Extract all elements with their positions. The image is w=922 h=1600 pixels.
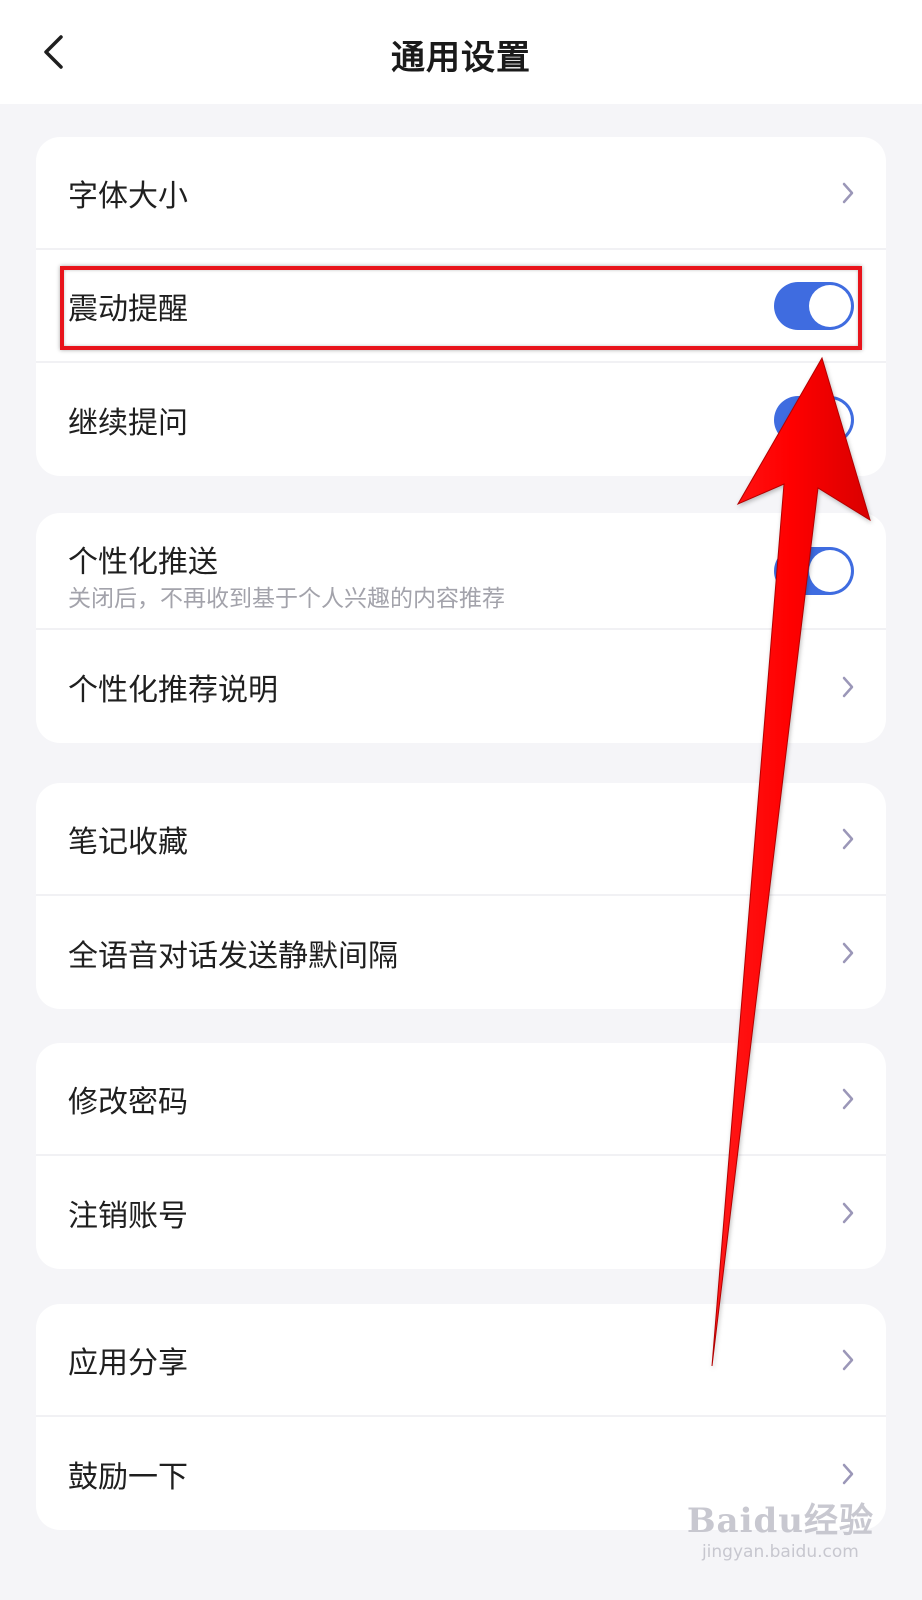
chevron-right-icon [836,1201,860,1225]
setting-change-password[interactable]: 修改密码 [36,1043,886,1156]
setting-delete-account[interactable]: 注销账号 [36,1156,886,1269]
chevron-right-icon [836,1462,860,1486]
setting-label: 继续提问 [68,405,188,441]
page-title: 通用设置 [391,38,531,78]
setting-label: 个性化推荐说明 [68,672,278,708]
chevron-right-icon [836,181,860,205]
personalized-push-toggle[interactable] [774,546,854,595]
setting-label: 全语音对话发送静默间隔 [68,938,398,974]
toggle-knob [809,284,851,327]
setting-voice-silence-interval[interactable]: 全语音对话发送静默间隔 [36,896,886,1009]
chevron-right-icon [836,1087,860,1111]
setting-personalized-push: 个性化推送 关闭后，不再收到基于个人兴趣的内容推荐 [36,513,886,630]
chevron-right-icon [836,675,860,699]
toggle-knob [809,549,851,592]
chevron-right-icon [836,827,860,851]
setting-label: 字体大小 [68,178,188,214]
setting-share-app[interactable]: 应用分享 [36,1304,886,1417]
setting-label: 鼓励一下 [68,1459,188,1495]
chevron-right-icon [836,941,860,965]
setting-notes-favorites[interactable]: 笔记收藏 [36,783,886,896]
setting-description: 关闭后，不再收到基于个人兴趣的内容推荐 [68,586,505,612]
setting-label: 震动提醒 [68,291,188,327]
vibration-reminder-toggle[interactable] [774,281,854,330]
setting-personalized-recommendation-info[interactable]: 个性化推荐说明 [36,630,886,743]
setting-font-size[interactable]: 字体大小 [36,137,886,250]
setting-label: 笔记收藏 [68,824,188,860]
setting-vibration-reminder: 震动提醒 [36,250,886,363]
setting-label: 注销账号 [68,1198,188,1234]
settings-group-5: 应用分享 鼓励一下 [36,1304,886,1530]
toggle-knob [809,398,851,441]
setting-encourage[interactable]: 鼓励一下 [36,1417,886,1530]
chevron-right-icon [836,1348,860,1372]
setting-label: 修改密码 [68,1084,188,1120]
settings-group-2: 个性化推送 关闭后，不再收到基于个人兴趣的内容推荐 个性化推荐说明 [36,513,886,743]
settings-group-1: 字体大小 震动提醒 继续提问 [36,137,886,476]
setting-label: 应用分享 [68,1345,188,1381]
continue-asking-toggle[interactable] [774,395,854,444]
watermark-url: jingyan.baidu.com [701,1542,859,1562]
top-bar: 通用设置 [0,0,922,104]
settings-group-3: 笔记收藏 全语音对话发送静默间隔 [36,783,886,1009]
setting-continue-asking: 继续提问 [36,363,886,476]
setting-label: 个性化推送 [68,545,218,580]
settings-group-4: 修改密码 注销账号 [36,1043,886,1269]
